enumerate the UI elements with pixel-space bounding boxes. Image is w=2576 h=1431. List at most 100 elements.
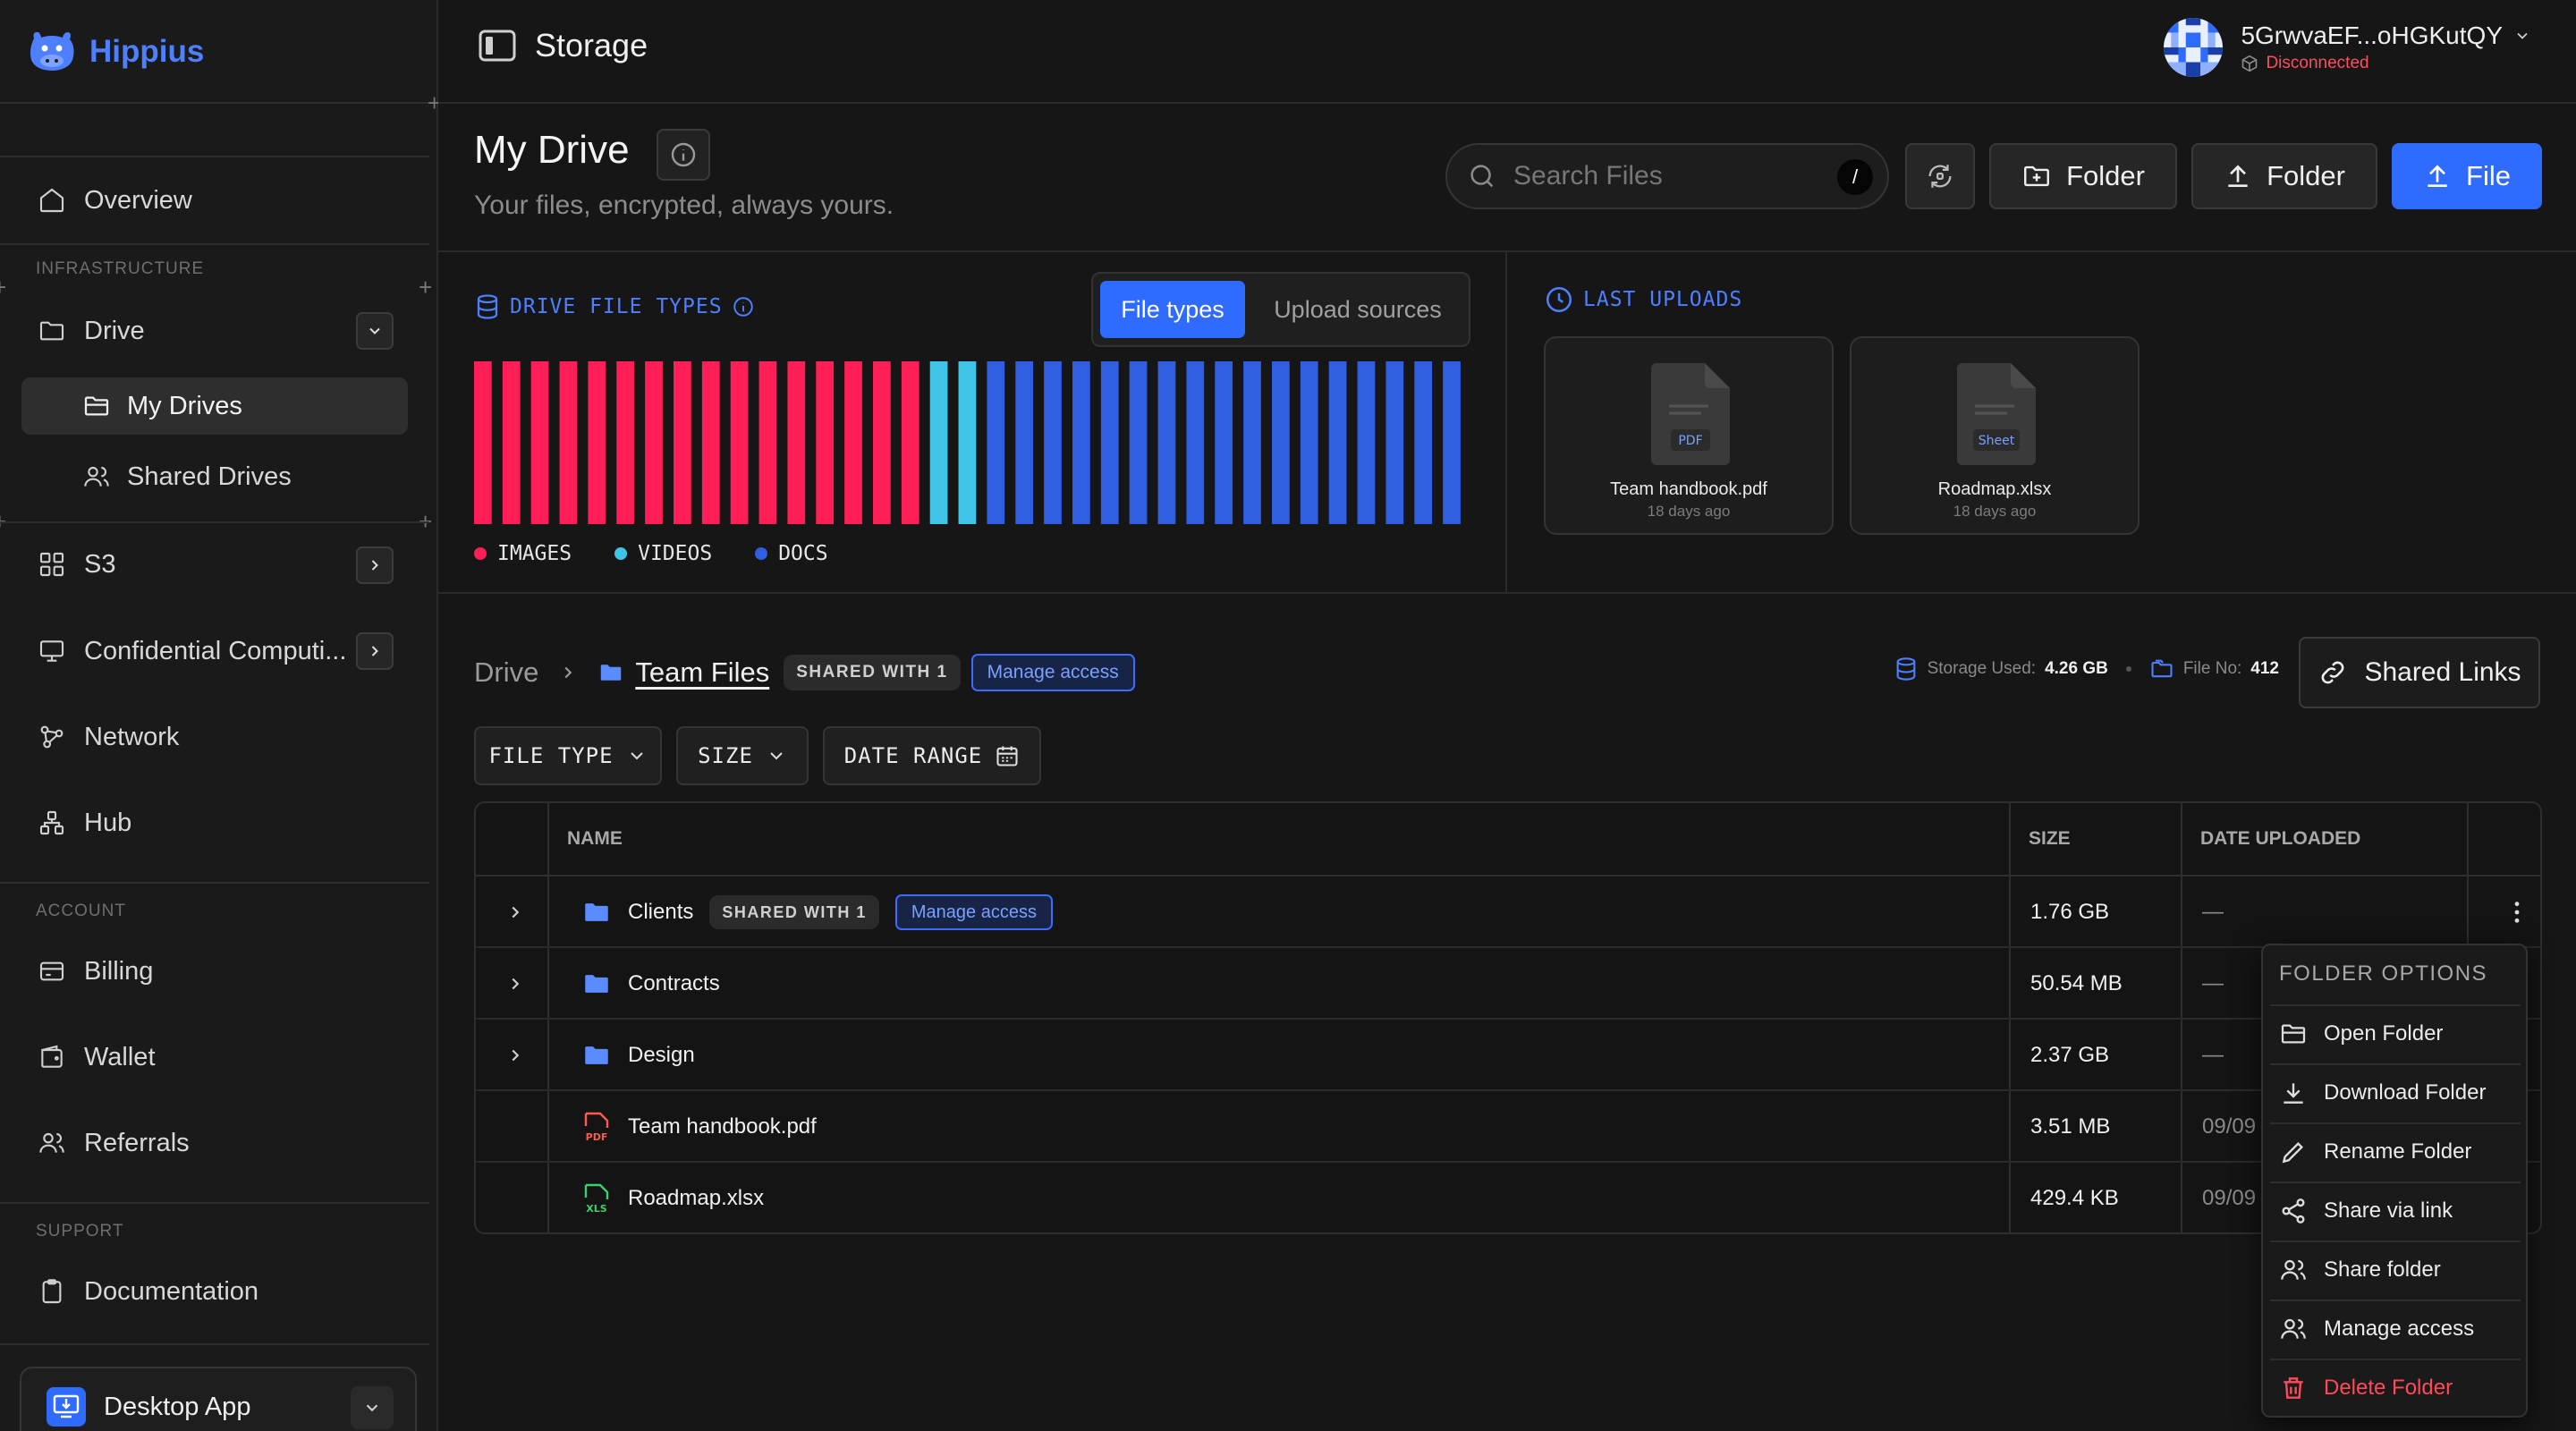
- users-icon: [82, 462, 111, 491]
- legend-item: DOCS: [755, 542, 828, 565]
- bar-docs: [1100, 361, 1119, 524]
- s3-expand-button[interactable]: [356, 546, 394, 584]
- bar-images: [730, 361, 749, 524]
- folder-icon: [581, 1040, 612, 1071]
- row-size: 50.54 MB: [2030, 971, 2123, 995]
- column-size[interactable]: SIZE: [2029, 828, 2071, 850]
- divider: [438, 592, 2576, 594]
- shared-links-button[interactable]: Shared Links: [2299, 637, 2540, 708]
- menu-item-download-folder[interactable]: Download Folder: [2270, 1063, 2521, 1121]
- expand-row-icon[interactable]: [499, 896, 531, 928]
- info-icon[interactable]: [732, 295, 755, 318]
- logo[interactable]: Hippius: [27, 25, 204, 79]
- breadcrumb-root[interactable]: Drive: [474, 656, 538, 689]
- new-folder-label: Folder: [2066, 160, 2145, 191]
- legend-dot: [614, 547, 628, 560]
- bar-docs: [1072, 361, 1090, 524]
- sidebar-item-referrals[interactable]: Referrals: [36, 1121, 190, 1165]
- files-icon: [2149, 656, 2174, 682]
- info-button[interactable]: [657, 129, 710, 181]
- manage-access-button[interactable]: Manage access: [970, 654, 1135, 691]
- info-icon: [669, 140, 698, 169]
- sidebar-item-shared-drives[interactable]: Shared Drives: [21, 448, 408, 505]
- upload-file-button[interactable]: File: [2392, 143, 2542, 209]
- desktop-app-label: Desktop App: [104, 1392, 251, 1421]
- sidebar-toggle-icon[interactable]: [478, 29, 517, 63]
- tab-file-types[interactable]: File types: [1100, 281, 1245, 338]
- refresh-button[interactable]: [1905, 143, 1975, 209]
- row-name: XLS Roadmap.xlsx: [581, 1163, 764, 1232]
- breadcrumb-current[interactable]: Team Files: [635, 656, 769, 689]
- filter-label: FILE TYPE: [488, 743, 614, 768]
- drive-collapse-button[interactable]: [356, 312, 394, 350]
- menu-item-share-via-link[interactable]: Share via link: [2270, 1181, 2521, 1239]
- menu-item-label: Share folder: [2324, 1257, 2441, 1282]
- recent-upload-card[interactable]: PDF Team handbook.pdf 18 days ago: [1544, 336, 1834, 535]
- chevron-right-icon: [558, 663, 578, 682]
- recent-upload-card[interactable]: Sheet Roadmap.xlsx 18 days ago: [1850, 336, 2140, 535]
- menu-item-delete-folder[interactable]: Delete Folder: [2270, 1359, 2521, 1416]
- sidebar-item-network[interactable]: Network: [36, 715, 179, 759]
- sidebar-item-my-drives[interactable]: My Drives: [21, 377, 408, 435]
- table-row[interactable]: PDF Team handbook.pdf 3.51 MB 09/09: [476, 1091, 2540, 1163]
- table-row[interactable]: Design 2.37 GB —: [476, 1020, 2540, 1091]
- confidential-expand-button[interactable]: [356, 632, 394, 670]
- desktop-app-button[interactable]: Desktop App: [20, 1367, 417, 1431]
- bar-images: [474, 361, 492, 524]
- tab-upload-sources[interactable]: Upload sources: [1254, 281, 1462, 338]
- divider: [0, 1343, 429, 1345]
- file-types-label: DRIVE FILE TYPES: [510, 295, 723, 318]
- upload-folder-button[interactable]: Folder: [2191, 143, 2377, 209]
- size-filter[interactable]: SIZE: [676, 726, 809, 785]
- sidebar-item-documentation[interactable]: Documentation: [36, 1269, 258, 1314]
- trash-icon: [2279, 1374, 2308, 1402]
- menu-title: FOLDER OPTIONS: [2279, 961, 2488, 986]
- account-menu[interactable]: 5GrwvaEF...oHGKutQY Disconnected: [2164, 18, 2531, 77]
- date-range-filter[interactable]: DATE RANGE: [823, 726, 1041, 785]
- search-placeholder: Search Files: [1513, 161, 1663, 191]
- more-options-icon[interactable]: [2503, 898, 2531, 927]
- legend-item: VIDEOS: [614, 542, 712, 565]
- database-icon: [1894, 656, 1919, 682]
- monitor-icon: [36, 635, 68, 667]
- column-name[interactable]: NAME: [567, 828, 623, 850]
- menu-item-label: Rename Folder: [2324, 1139, 2472, 1164]
- expand-row-icon[interactable]: [499, 968, 531, 1000]
- column-date-uploaded[interactable]: DATE UPLOADED: [2200, 828, 2360, 850]
- plus-icon: +: [0, 275, 6, 299]
- section-infrastructure: INFRASTRUCTURE: [36, 259, 205, 278]
- sidebar-item-wallet[interactable]: Wallet: [36, 1035, 156, 1080]
- new-folder-button[interactable]: Folder: [1989, 143, 2177, 209]
- expand-row-icon[interactable]: [499, 1039, 531, 1071]
- home-icon: [36, 184, 68, 216]
- table-row[interactable]: XLS Roadmap.xlsx 429.4 KB 09/09: [476, 1163, 2540, 1232]
- recent-upload-date: 18 days ago: [1953, 503, 2037, 520]
- sidebar-item-s3[interactable]: S3: [36, 542, 115, 587]
- chart-tab-switcher: File types Upload sources: [1091, 272, 1470, 347]
- chevron-down-icon: [351, 1386, 394, 1429]
- menu-item-rename-folder[interactable]: Rename Folder: [2270, 1122, 2521, 1180]
- file-type-filter[interactable]: FILE TYPE: [474, 726, 662, 785]
- sidebar-item-overview[interactable]: Overview: [36, 178, 192, 223]
- sidebar-item-billing[interactable]: Billing: [36, 949, 153, 994]
- menu-item-share-folder[interactable]: Share folder: [2270, 1240, 2521, 1298]
- sidebar-item-drive[interactable]: Drive: [36, 309, 145, 353]
- manage-access-button[interactable]: Manage access: [894, 894, 1053, 930]
- row-date: —: [2202, 1043, 2224, 1067]
- search-input[interactable]: Search Files /: [1445, 143, 1889, 209]
- sidebar-item-label: Documentation: [84, 1276, 259, 1306]
- calendar-icon: [995, 743, 1020, 768]
- filter-label: SIZE: [698, 743, 753, 768]
- table-row[interactable]: Contracts 50.54 MB —: [476, 948, 2540, 1020]
- sidebar-item-confidential-computing[interactable]: Confidential Computi...: [36, 629, 346, 673]
- file-tag-text: XLS: [586, 1203, 606, 1215]
- sidebar-item-label: Overview: [84, 185, 192, 215]
- menu-item-open-folder[interactable]: Open Folder: [2270, 1004, 2521, 1062]
- menu-item-label: Manage access: [2324, 1317, 2475, 1341]
- sidebar-item-hub[interactable]: Hub: [36, 800, 131, 845]
- menu-item-label: Delete Folder: [2324, 1376, 2453, 1400]
- divider: [438, 250, 2576, 252]
- menu-item-manage-access[interactable]: Manage access: [2270, 1300, 2521, 1357]
- table-row[interactable]: Clients SHARED WITH 1 Manage access 1.76…: [476, 876, 2540, 948]
- clipboard-icon: [36, 1275, 68, 1308]
